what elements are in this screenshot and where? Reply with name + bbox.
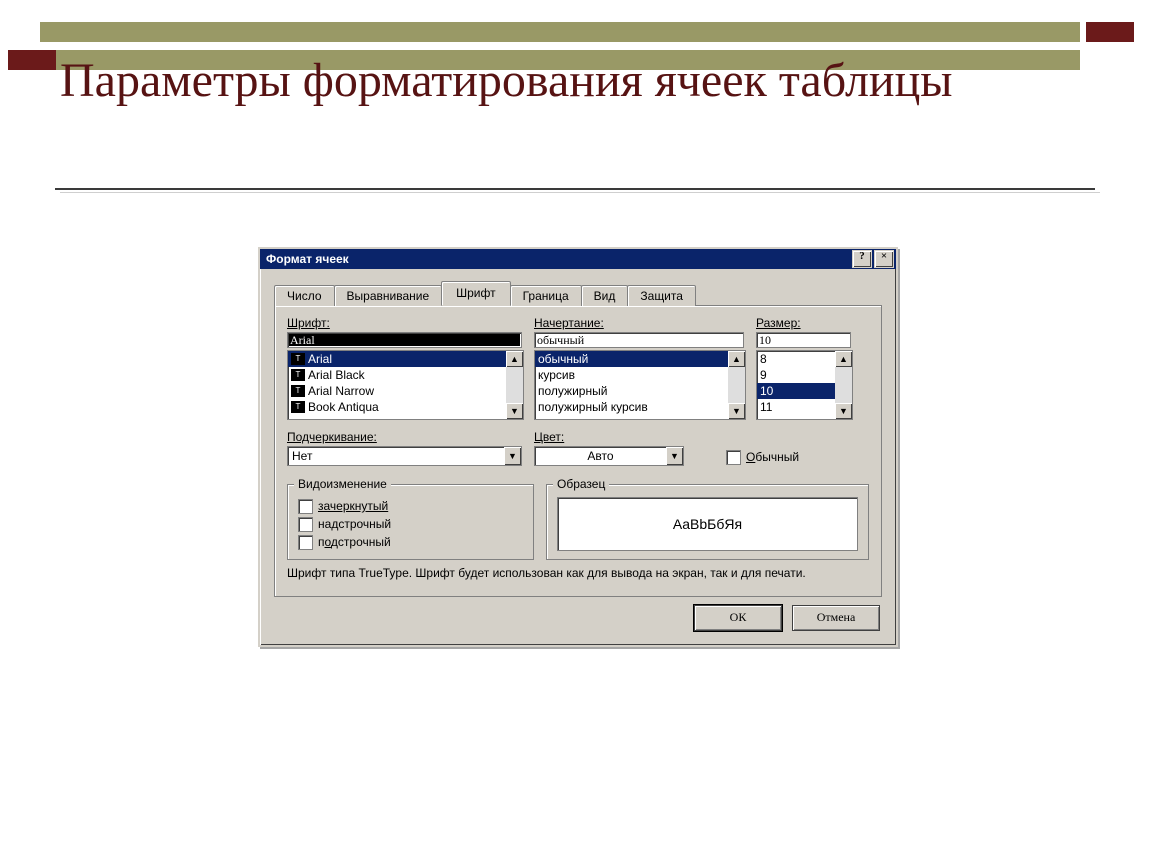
effect-label: зачеркнутый	[318, 497, 388, 515]
effect-subscript[interactable]: подстрочный подстрочный	[298, 533, 523, 551]
chevron-down-icon[interactable]: ▼	[504, 447, 521, 465]
truetype-hint: Шрифт типа TrueType. Шрифт будет использ…	[287, 566, 869, 582]
chevron-down-icon[interactable]: ▼	[666, 447, 683, 465]
effect-superscript[interactable]: надстрочный надстрочный	[298, 515, 523, 533]
size-input[interactable]	[756, 332, 851, 348]
ok-button[interactable]: ОК	[694, 605, 782, 631]
font-item-label: Arial	[308, 351, 332, 367]
sample-legend: Образец	[553, 477, 609, 491]
title-bar[interactable]: Формат ячеек ? ×	[260, 249, 896, 269]
scroll-down-icon[interactable]: ▼	[835, 403, 852, 419]
title-bar-text: Формат ячеек	[266, 252, 850, 266]
checkbox-box	[298, 517, 313, 532]
truetype-icon: T	[291, 385, 305, 397]
underline-value: Нет	[288, 447, 504, 465]
scroll-up-icon[interactable]: ▲	[835, 351, 852, 367]
close-button[interactable]: ×	[874, 250, 894, 268]
truetype-icon: T	[291, 401, 305, 413]
font-item-label: Book Antiqua	[308, 399, 379, 415]
font-label: Шрифт:	[287, 316, 522, 330]
tab-number[interactable]: Число	[274, 285, 335, 306]
scroll-up-icon[interactable]: ▲	[728, 351, 745, 367]
checkbox-box	[298, 535, 313, 550]
slide-title: Параметры форматирования ячеек таблицы	[60, 55, 960, 107]
color-value: Авто	[535, 447, 666, 465]
font-item[interactable]: TArial Narrow	[288, 383, 506, 399]
tab-alignment[interactable]: Выравнивание	[334, 285, 443, 306]
size-scrollbar[interactable]: ▲ ▼	[835, 351, 852, 419]
tab-protection[interactable]: Защита	[627, 285, 696, 306]
style-scrollbar[interactable]: ▲ ▼	[728, 351, 745, 419]
tab-pane-font: Шрифт: TArial TArial Black TArial Narrow…	[274, 305, 882, 597]
truetype-icon: T	[291, 369, 305, 381]
font-item[interactable]: TBook Antiqua	[288, 399, 506, 415]
color-label: Цвет:	[534, 430, 684, 444]
size-item[interactable]: 8	[757, 351, 835, 367]
style-input[interactable]	[534, 332, 744, 348]
help-button[interactable]: ?	[852, 250, 872, 268]
style-item[interactable]: курсив	[535, 367, 728, 383]
size-item[interactable]: 11	[757, 399, 835, 415]
scroll-up-icon[interactable]: ▲	[506, 351, 523, 367]
title-underline	[55, 188, 1095, 190]
tab-pattern[interactable]: Вид	[581, 285, 629, 306]
sample-text: AaBbБбЯя	[557, 497, 858, 551]
underline-label: Подчеркивание:	[287, 430, 522, 444]
decor-bar-olive-1	[40, 22, 1080, 42]
scroll-down-icon[interactable]: ▼	[728, 403, 745, 419]
scroll-down-icon[interactable]: ▼	[506, 403, 523, 419]
tab-font[interactable]: Шрифт	[441, 281, 510, 306]
dialog-format-cells: Формат ячеек ? × Число Выравнивание Шриф…	[258, 247, 898, 647]
effect-label: надстрочный	[318, 515, 391, 533]
font-item-label: Arial Narrow	[308, 383, 374, 399]
size-label: Размер:	[756, 316, 851, 330]
underline-combo[interactable]: Нет ▼	[287, 446, 522, 466]
normal-checkbox-label: ООбычныйбычный	[746, 448, 799, 466]
style-label: Начертание:	[534, 316, 744, 330]
style-item[interactable]: полужирный	[535, 383, 728, 399]
cancel-button[interactable]: Отмена	[792, 605, 880, 631]
size-item[interactable]: 9	[757, 367, 835, 383]
size-item[interactable]: 10	[757, 383, 835, 399]
style-item[interactable]: обычный	[535, 351, 728, 367]
sample-groupbox: Образец AaBbБбЯя	[546, 484, 869, 560]
effect-strikethrough[interactable]: зачеркнутый	[298, 497, 523, 515]
color-combo[interactable]: Авто ▼	[534, 446, 684, 466]
effect-label: подстрочный	[318, 533, 391, 551]
font-item-label: Arial Black	[308, 367, 365, 383]
tab-strip: Число Выравнивание Шрифт Граница Вид Защ…	[274, 281, 882, 306]
font-item[interactable]: TArial Black	[288, 367, 506, 383]
effects-groupbox: Видоизменение зачеркнутый надстрочный на…	[287, 484, 534, 560]
checkbox-box	[726, 450, 741, 465]
decor-bar-red-1	[1086, 22, 1134, 42]
style-listbox[interactable]: обычный курсив полужирный полужирный кур…	[534, 350, 746, 420]
title-underline-shadow	[60, 192, 1100, 193]
decor-bar-red-2	[8, 50, 56, 70]
font-scrollbar[interactable]: ▲ ▼	[506, 351, 523, 419]
checkbox-box	[298, 499, 313, 514]
tab-border[interactable]: Граница	[510, 285, 582, 306]
font-input[interactable]	[287, 332, 522, 348]
effects-legend: Видоизменение	[294, 477, 391, 491]
font-listbox[interactable]: TArial TArial Black TArial Narrow TBook …	[287, 350, 524, 420]
truetype-icon: T	[291, 353, 305, 365]
size-listbox[interactable]: 8 9 10 11 ▲ ▼	[756, 350, 853, 420]
style-item[interactable]: полужирный курсив	[535, 399, 728, 415]
normal-checkbox[interactable]: ООбычныйбычный	[726, 448, 869, 466]
font-item[interactable]: TArial	[288, 351, 506, 367]
